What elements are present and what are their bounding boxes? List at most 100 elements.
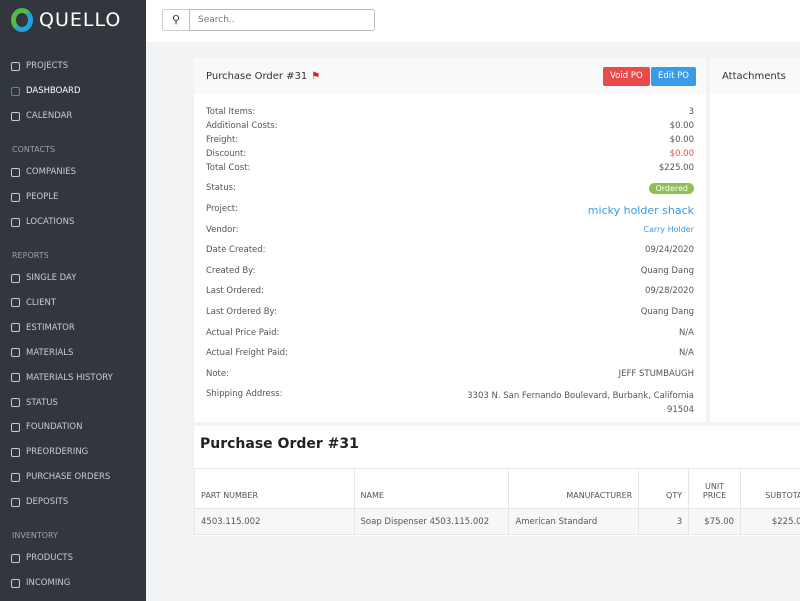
edit-icon	[11, 86, 20, 96]
field-value: JEFF STUMBAUGH	[618, 368, 694, 379]
sidebar-item-label: STATUS	[26, 397, 58, 408]
field-label: Actual Freight Paid:	[206, 348, 288, 359]
summary-row: Total Items: 3	[206, 107, 694, 117]
sidebar-item-label: ESTIMATOR	[26, 322, 75, 333]
search-button[interactable]: ⚲	[162, 9, 190, 31]
attachments-card: Attachments	[710, 58, 800, 422]
detail-row: Last Ordered: 09/28/2020	[206, 286, 694, 296]
field-value: N/A	[678, 348, 694, 359]
sidebar-section-label: REPORTS	[12, 251, 49, 260]
field-value: Quang Dang	[640, 265, 694, 276]
field-label: Freight:	[206, 135, 239, 145]
column-header[interactable]: UNIT PRICE	[688, 468, 742, 509]
sidebar-item-projects[interactable]: PROJECTS	[11, 61, 68, 71]
detail-row: Last Ordered By: Quang Dang	[206, 307, 694, 317]
field-value[interactable]: Carry Holder	[643, 225, 694, 235]
sidebar-item-label: COMPANIES	[26, 167, 76, 177]
table-row[interactable]: 4503.115.002 Soap Dispenser 4503.115.002 A…	[194, 508, 800, 535]
sidebar-item-single-day[interactable]: SINGLE DAY	[11, 273, 76, 283]
field-value: 3	[688, 107, 694, 117]
table-cell: $225.00	[740, 508, 800, 535]
file-icon	[11, 61, 20, 71]
cubes-icon	[11, 348, 20, 358]
detail-row: Note: JEFF STUMBAUGH	[206, 369, 694, 379]
sidebar-item-label: DASHBOARD	[26, 86, 81, 96]
field-value: $225.00	[658, 163, 694, 173]
column-header[interactable]: QTY	[638, 468, 690, 509]
logo[interactable]: QUELLO	[11, 8, 121, 32]
tablet-icon	[11, 298, 20, 308]
top-bar: ⚲	[146, 0, 800, 42]
field-label: Created By:	[206, 265, 256, 276]
sidebar-item-locations[interactable]: LOCATIONS	[11, 217, 74, 227]
field-value[interactable]: micky holder shack	[588, 204, 694, 217]
eye-icon	[11, 192, 20, 202]
list-icon	[11, 553, 20, 563]
detail-row: Actual Price Paid: N/A	[206, 328, 694, 338]
history-icon	[11, 398, 20, 407]
summary-row: Additional Costs: $0.00	[206, 121, 694, 131]
field-label: Project:	[206, 204, 238, 214]
field-value: 09/24/2020	[645, 245, 694, 256]
po-items-card: Purchase Order #31 PART NUMBER NAME MANUFA…	[194, 426, 800, 536]
sidebar-item-materials-history[interactable]: MATERIALS HISTORY	[11, 373, 113, 383]
field-label: Last Ordered By:	[206, 307, 277, 317]
brand-name: QUELLO	[39, 9, 122, 31]
sidebar-item-label: SINGLE DAY	[26, 273, 77, 283]
sidebar-item-companies[interactable]: COMPANIES	[11, 167, 76, 177]
sidebar-item-estimator[interactable]: ESTIMATOR	[11, 323, 75, 333]
sidebar-item-people[interactable]: PEOPLE	[11, 192, 58, 202]
sidebar-item-label: MATERIALS	[26, 347, 74, 358]
sidebar-item-label: PRODUCTS	[26, 553, 74, 563]
status-badge: Ordered	[649, 183, 694, 194]
truck-icon	[11, 578, 20, 588]
column-header[interactable]: SUBTOTAL	[740, 468, 800, 509]
sidebar-section-label: CONTACTS	[12, 145, 56, 154]
sidebar-item-materials[interactable]: MATERIALS	[11, 348, 73, 358]
table-cell: American Standard	[508, 508, 640, 535]
sidebar-item-status[interactable]: STATUS	[11, 398, 58, 408]
sidebar-item-client[interactable]: CLIENT	[11, 298, 56, 308]
table-cell: 3	[638, 508, 690, 535]
sidebar-item-foundation[interactable]: FOUNDATION	[11, 422, 82, 432]
quello-logo-icon	[11, 8, 33, 32]
tasks-icon	[11, 447, 20, 457]
field-value: 09/28/2020	[645, 286, 694, 297]
crosshair-icon	[11, 273, 20, 283]
sidebar-item-incoming[interactable]: INCOMING	[11, 578, 70, 588]
sidebar-item-label: CLIENT	[26, 297, 57, 308]
sidebar-item-deposits[interactable]: DEPOSITS	[11, 497, 68, 507]
sidebar-item-products[interactable]: PRODUCTS	[11, 553, 73, 563]
sidebar: QUELLO PROJECTS DASHBOARD CALENDAR CONTACTS…	[0, 0, 146, 601]
sidebar-item-label: LOCATIONS	[26, 217, 75, 227]
sidebar-item-dashboard[interactable]: DASHBOARD	[11, 86, 81, 96]
po-details-card: Purchase Order #31 ⚑ Void PO Edit PO Tota…	[194, 58, 706, 422]
field-label: Note:	[206, 368, 229, 379]
detail-row: Created By: Quang Dang	[206, 266, 694, 276]
sidebar-item-calendar[interactable]: CALENDAR	[11, 111, 72, 121]
clock-icon	[11, 373, 20, 383]
sidebar-item-label: PEOPLE	[26, 192, 59, 202]
sidebar-item-label: DEPOSITS	[26, 497, 69, 508]
void-po-button[interactable]: Void PO	[603, 67, 650, 86]
field-value: $0.00	[669, 121, 694, 131]
field-value: $0.00	[669, 149, 694, 159]
edit-po-button[interactable]: Edit PO	[651, 67, 696, 86]
sidebar-item-label: FOUNDATION	[26, 422, 83, 433]
field-label: Shipping Address:	[206, 389, 283, 399]
field-value: N/A	[678, 327, 694, 338]
sidebar-item-preordering[interactable]: PREORDERING	[11, 447, 88, 457]
search-input[interactable]	[189, 9, 375, 31]
column-header[interactable]: PART NUMBER	[194, 468, 355, 509]
sidebar-section-label: INVENTORY	[12, 531, 58, 540]
po-title: Purchase Order #31	[206, 70, 308, 82]
sidebar-item-purchase-orders[interactable]: PURCHASE ORDERS	[11, 472, 110, 482]
column-header[interactable]: NAME	[353, 468, 510, 509]
field-label: Status:	[206, 183, 236, 193]
field-value: $0.00	[669, 135, 694, 145]
calendar-icon	[11, 111, 20, 121]
column-header[interactable]: MANUFACTURER	[508, 468, 640, 509]
field-label: Total Items:	[206, 107, 256, 117]
sidebar-item-label: PREORDERING	[26, 447, 89, 458]
sidebar-item-label: PURCHASE ORDERS	[26, 472, 111, 483]
